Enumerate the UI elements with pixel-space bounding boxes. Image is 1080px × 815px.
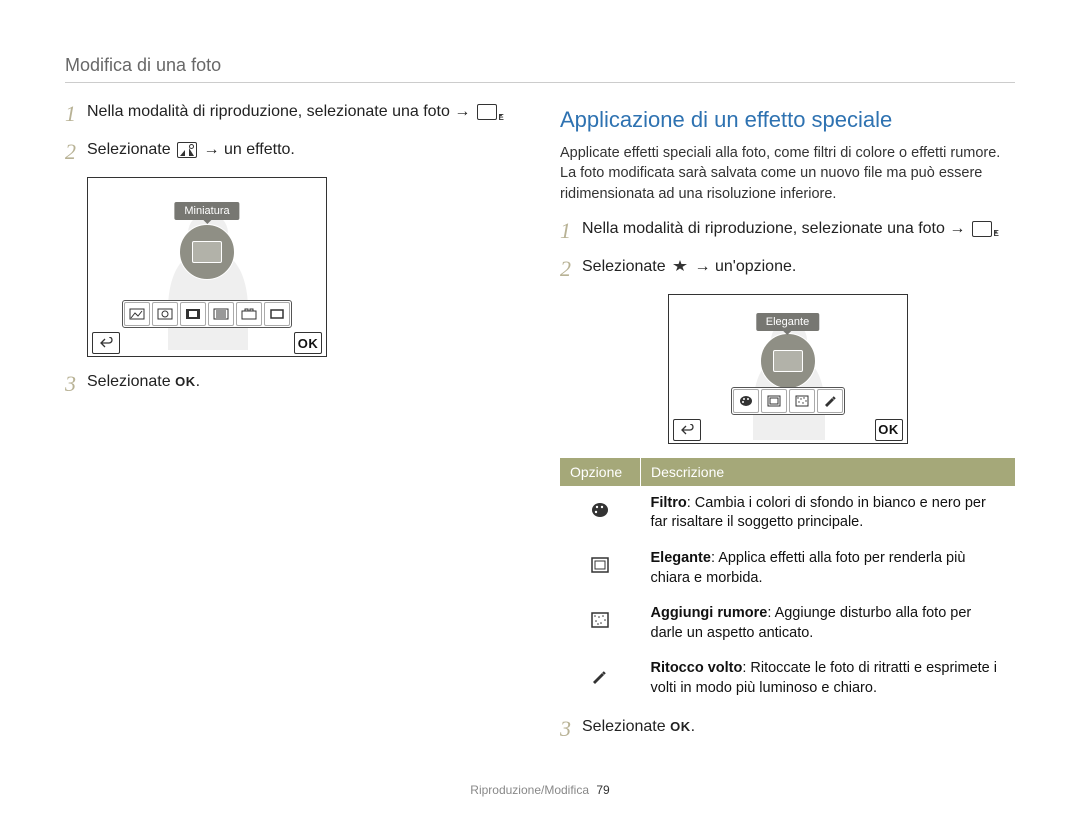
left-column: 1 Nella modalità di riproduzione, selezi… (65, 101, 520, 754)
brush-icon (560, 651, 641, 706)
table-desc: Ritocco volto: Ritoccate le foto di ritr… (641, 651, 1016, 706)
step-number: 1 (560, 220, 582, 242)
left-steps: 1 Nella modalità di riproduzione, selezi… (65, 101, 520, 163)
step-text: Selezionate → un effetto. (87, 139, 295, 161)
page: Modifica di una foto 1 Nella modalità di… (0, 0, 1080, 815)
tile-brush-icon (817, 389, 843, 413)
camera-preview: Elegante OK (668, 294, 908, 444)
paragraph: Applicate effetti speciali alla foto, co… (560, 143, 1015, 204)
step-text: Selezionate OK. (87, 371, 200, 393)
preview-bottom-bar: OK (92, 332, 322, 352)
tooltip: Miniatura (174, 202, 239, 220)
edit-icon (972, 221, 992, 237)
step-number: 2 (65, 141, 87, 163)
tile-icon (236, 302, 262, 326)
tooltip: Elegante (756, 313, 819, 331)
ok-icon: OK (670, 718, 691, 736)
edit-icon (477, 104, 497, 120)
step-1: 1 Nella modalità di riproduzione, selezi… (65, 101, 520, 125)
step-3: 3 Selezionate OK. (560, 716, 1015, 740)
tile-icon (124, 302, 150, 326)
right-steps-2: 3 Selezionate OK. (560, 716, 1015, 740)
options-table: Opzione Descrizione Filtro: Cambia i col… (560, 458, 1015, 707)
effect-row (122, 300, 292, 328)
table-desc: Aggiungi rumore: Aggiunge disturbo alla … (641, 596, 1016, 651)
landscape-icon (177, 142, 197, 158)
camera-preview: Miniatura OK (87, 177, 327, 357)
step-number: 3 (65, 373, 87, 395)
table-desc: Elegante: Applica effetti alla foto per … (641, 541, 1016, 596)
table-row: Filtro: Cambia i colori di sfondo in bia… (560, 486, 1015, 541)
table-row: Aggiungi rumore: Aggiunge disturbo alla … (560, 596, 1015, 651)
back-icon (680, 424, 694, 436)
step-number: 1 (65, 103, 87, 125)
right-steps: 1 Nella modalità di riproduzione, selezi… (560, 218, 1015, 280)
step-text: Selezionate → un'opzione. (582, 256, 796, 278)
step-number: 3 (560, 718, 582, 740)
step-2: 2 Selezionate → un'opzione. (560, 256, 1015, 280)
ok-icon: OK (175, 373, 196, 391)
step-1: 1 Nella modalità di riproduzione, selezi… (560, 218, 1015, 242)
section-heading: Applicazione di un effetto speciale (560, 107, 1015, 133)
table-desc: Filtro: Cambia i colori di sfondo in bia… (641, 486, 1016, 541)
back-icon (99, 337, 113, 349)
left-steps-2: 3 Selezionate OK. (65, 371, 520, 395)
back-button[interactable] (673, 419, 701, 441)
selected-chip-icon (760, 333, 816, 389)
divider (65, 82, 1015, 83)
tile-icon (180, 302, 206, 326)
table-header-description: Descrizione (641, 458, 1016, 486)
tile-icon (208, 302, 234, 326)
preview-bottom-bar: OK (673, 419, 903, 439)
step-text: Nella modalità di riproduzione, selezion… (87, 101, 503, 123)
columns: 1 Nella modalità di riproduzione, selezi… (65, 101, 1015, 754)
step-text: Selezionate OK. (582, 716, 695, 738)
tile-icon (264, 302, 290, 326)
step-3: 3 Selezionate OK. (65, 371, 520, 395)
page-number: 79 (596, 783, 609, 797)
right-column: Applicazione di un effetto speciale Appl… (560, 101, 1015, 754)
tile-icon (152, 302, 178, 326)
tile-frame-icon (761, 389, 787, 413)
noise-icon (560, 596, 641, 651)
page-title: Modifica di una foto (65, 55, 1015, 76)
ok-button[interactable]: OK (294, 332, 322, 354)
selected-chip-icon (179, 224, 235, 280)
back-button[interactable] (92, 332, 120, 354)
tile-noise-icon (789, 389, 815, 413)
footer-section: Riproduzione/Modifica (470, 783, 589, 797)
frame-icon (560, 541, 641, 596)
palette-icon (560, 486, 641, 541)
table-row: Elegante: Applica effetti alla foto per … (560, 541, 1015, 596)
footer: Riproduzione/Modifica 79 (0, 783, 1080, 797)
step-number: 2 (560, 258, 582, 280)
star-icon (672, 259, 688, 275)
table-header-option: Opzione (560, 458, 641, 486)
table-row: Ritocco volto: Ritoccate le foto di ritr… (560, 651, 1015, 706)
tile-palette-icon (733, 389, 759, 413)
ok-button[interactable]: OK (875, 419, 903, 441)
effect-row (731, 387, 845, 415)
step-text: Nella modalità di riproduzione, selezion… (582, 218, 998, 240)
step-2: 2 Selezionate → un effetto. (65, 139, 520, 163)
